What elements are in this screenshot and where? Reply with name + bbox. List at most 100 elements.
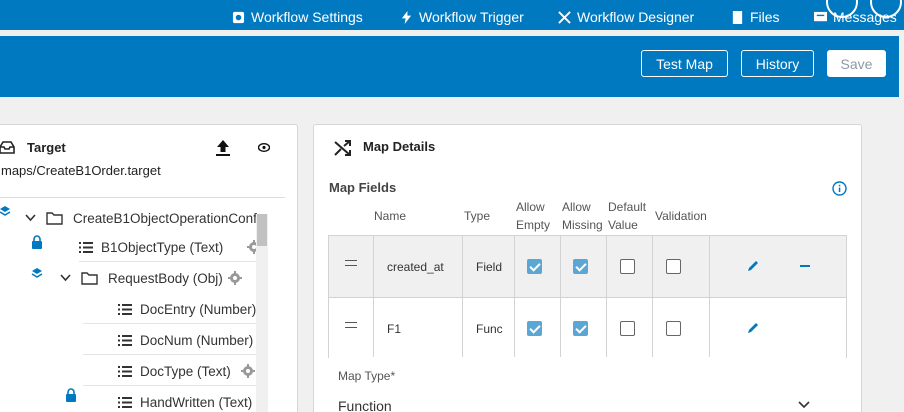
column-header-name: Name xyxy=(374,209,407,223)
row-separator xyxy=(79,261,259,262)
drag-handle-icon[interactable] xyxy=(345,260,357,266)
row-separator xyxy=(83,385,258,386)
column-header-text: Missing xyxy=(562,218,603,232)
validation-checkbox[interactable] xyxy=(666,259,681,274)
tree-node-label: HandWritten (Text) xyxy=(140,394,253,410)
table-row[interactable]: created_at Field xyxy=(329,236,846,297)
tree-node-label: CreateB1ObjectOperationConf xyxy=(73,210,257,226)
top-nav: Workflow Settings Workflow Trigger Workf… xyxy=(0,0,904,30)
tree-node[interactable]: B1ObjectType (Text) xyxy=(79,232,261,262)
column-divider xyxy=(514,236,515,357)
column-header-text: Default xyxy=(608,200,647,214)
tree-scrollbar[interactable] xyxy=(256,214,268,412)
drag-handle-icon[interactable] xyxy=(345,322,357,328)
column-header-text: Value xyxy=(608,218,638,232)
default-value-checkbox[interactable] xyxy=(620,321,635,336)
column-divider xyxy=(709,236,710,357)
pencil-icon[interactable] xyxy=(746,321,760,335)
gear-icon[interactable] xyxy=(228,271,242,285)
remove-icon[interactable] xyxy=(800,265,810,267)
pencil-icon[interactable] xyxy=(746,259,760,273)
tree-node[interactable]: DocType (Text) xyxy=(83,356,258,386)
file-icon xyxy=(732,10,743,24)
eye-icon[interactable] xyxy=(258,143,270,152)
column-header-text: Allow xyxy=(562,200,591,214)
column-header-type: Type xyxy=(464,209,491,223)
tree-node[interactable]: CreateB1ObjectOperationConf xyxy=(25,203,267,233)
layers-icon xyxy=(31,268,43,278)
tree-node[interactable]: HandWritten (Text) xyxy=(83,387,258,412)
nav-workflow-trigger[interactable]: Workflow Trigger xyxy=(400,9,524,25)
map-type-label: Map Type* xyxy=(338,369,396,383)
column-header-default-value: Default Value xyxy=(608,198,646,234)
table-row[interactable]: F1 Func xyxy=(329,297,846,358)
validation-checkbox[interactable] xyxy=(666,321,681,336)
upload-icon[interactable] xyxy=(215,139,231,157)
map-details-panel: Map Details Map Fields Name Type Allow E… xyxy=(313,124,862,412)
allow-missing-checkbox[interactable] xyxy=(573,321,588,336)
test-map-button[interactable]: Test Map xyxy=(641,50,728,77)
row-separator xyxy=(83,323,258,324)
message-icon xyxy=(814,11,827,21)
history-button[interactable]: History xyxy=(741,50,814,77)
column-divider xyxy=(462,236,463,357)
map-fields-title: Map Fields xyxy=(329,180,397,195)
chevron-down-icon[interactable] xyxy=(60,274,71,282)
column-header-validation: Validation xyxy=(655,209,707,223)
target-path: maps/CreateB1Order.target xyxy=(1,163,161,178)
chevron-down-icon[interactable] xyxy=(797,398,811,412)
nav-workflow-settings[interactable]: Workflow Settings xyxy=(232,9,363,25)
shuffle-icon xyxy=(334,140,351,156)
flow-icon xyxy=(558,10,571,24)
list-icon xyxy=(118,303,132,315)
nav-files-label: Files xyxy=(750,9,780,25)
scrollbar-thumb[interactable] xyxy=(257,214,267,246)
allow-empty-checkbox[interactable] xyxy=(527,259,542,274)
default-value-checkbox[interactable] xyxy=(620,259,635,274)
cell-name: created_at xyxy=(387,259,444,274)
nav-workflow-settings-label: Workflow Settings xyxy=(251,9,363,25)
page-header: Test Map History Save xyxy=(0,36,899,97)
lock-icon xyxy=(32,235,42,249)
folder-icon xyxy=(46,212,63,225)
nav-workflow-designer-label: Workflow Designer xyxy=(577,9,695,25)
save-button[interactable]: Save xyxy=(827,50,886,77)
gear-icon[interactable] xyxy=(241,364,255,378)
cell-name: F1 xyxy=(387,321,402,336)
column-header-allow-empty: Allow Empty xyxy=(516,198,550,234)
target-title: Target xyxy=(27,140,66,155)
tree-node[interactable]: DocEntry (Number) xyxy=(83,294,258,324)
gear-icon xyxy=(232,11,245,23)
inbox-icon xyxy=(0,141,15,154)
column-divider xyxy=(560,236,561,357)
tree-node-label: DocEntry (Number) xyxy=(140,301,257,317)
column-divider xyxy=(606,236,607,357)
lock-icon xyxy=(66,388,76,402)
list-icon xyxy=(79,241,93,253)
lightning-icon xyxy=(401,10,412,24)
tree-node-label: DocType (Text) xyxy=(140,363,231,379)
column-divider xyxy=(373,236,374,357)
list-icon xyxy=(118,365,132,377)
column-header-text: Allow xyxy=(516,200,545,214)
column-header-allow-missing: Allow Missing xyxy=(562,198,603,234)
nav-workflow-designer[interactable]: Workflow Designer xyxy=(558,9,694,25)
row-separator xyxy=(83,354,258,355)
tree-node-label: RequestBody (Obj) xyxy=(108,270,223,286)
allow-empty-checkbox[interactable] xyxy=(527,321,542,336)
chevron-down-icon[interactable] xyxy=(25,214,36,222)
map-fields-table: created_at Field F1 Func xyxy=(328,235,847,358)
tree-node-label: DocNum (Number) xyxy=(140,332,254,348)
tree-node-label: B1ObjectType (Text) xyxy=(101,239,224,255)
list-icon xyxy=(118,396,132,408)
list-icon xyxy=(118,334,132,346)
cell-type: Func xyxy=(476,321,503,336)
nav-files[interactable]: Files xyxy=(731,9,780,25)
column-header-text: Empty xyxy=(516,218,551,232)
info-icon[interactable] xyxy=(832,181,847,196)
tree-node[interactable]: DocNum (Number) xyxy=(83,325,258,355)
tree-node[interactable]: RequestBody (Obj) xyxy=(60,263,258,293)
map-type-select[interactable]: Function xyxy=(338,398,392,412)
allow-missing-checkbox[interactable] xyxy=(573,259,588,274)
cell-type: Field xyxy=(476,259,503,274)
